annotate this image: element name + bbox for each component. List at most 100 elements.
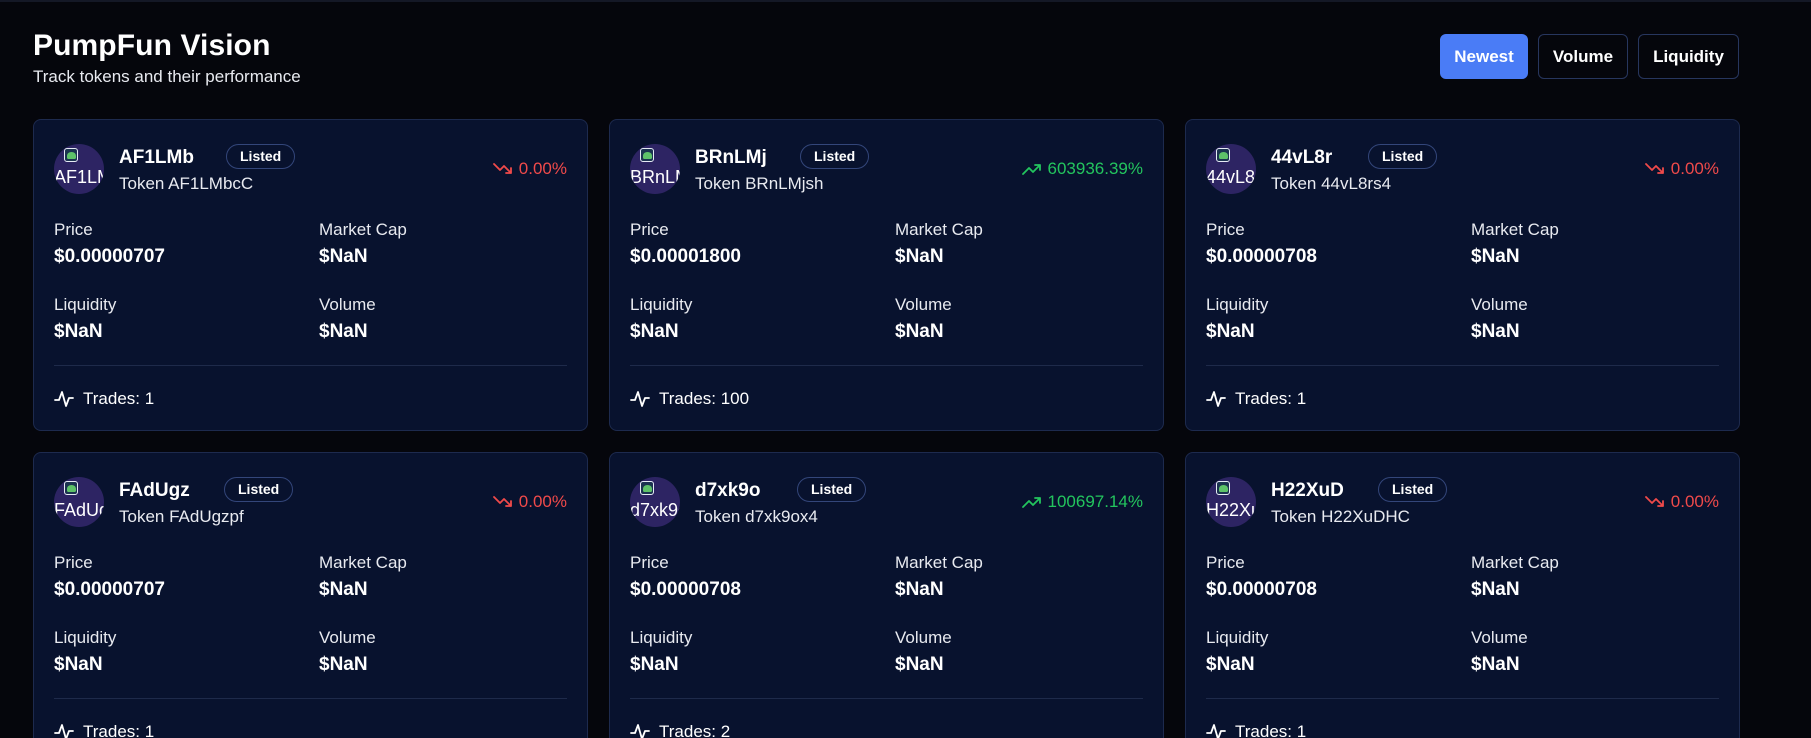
stat-liquidity: Liquidity $NaN	[54, 627, 314, 678]
broken-image-icon	[640, 148, 654, 162]
stat-label: Liquidity	[54, 628, 117, 647]
status-badge: Listed	[800, 144, 870, 169]
status-badge: Listed	[797, 477, 867, 502]
stat-value: $0.00000707	[54, 246, 165, 267]
status-badge: Listed	[1368, 144, 1438, 169]
stat-volume: Volume $NaN	[1471, 294, 1731, 345]
token-card-header: FAdUgz FAdUgz Listed Token FAdUgzpf 0.00…	[54, 477, 567, 527]
stat-liquidity: Liquidity $NaN	[54, 294, 314, 345]
page-title: PumpFun Vision	[33, 29, 271, 62]
price-change: 0.00%	[492, 492, 567, 512]
token-card[interactable]: BRnLMj BRnLMj Listed Token BRnLMjsh 6039…	[609, 119, 1164, 431]
stat-value: $NaN	[895, 579, 944, 600]
token-card-header: d7xk9o d7xk9o Listed Token d7xk9ox4 1006…	[630, 477, 1143, 527]
activity-icon	[1206, 391, 1226, 407]
trending-up-icon	[1021, 164, 1041, 175]
token-card-header: AF1LMb AF1LMb Listed Token AF1LMbcC 0.00…	[54, 144, 567, 194]
stat-label: Volume	[319, 295, 376, 314]
trades-row: Trades: 100	[630, 389, 749, 409]
stat-label: Volume	[319, 628, 376, 647]
token-symbol: FAdUgz	[119, 480, 190, 501]
token-avatar: 44vL8r	[1206, 144, 1256, 194]
stat-value: $NaN	[319, 654, 368, 675]
stat-liquidity: Liquidity $NaN	[630, 294, 890, 345]
trades-count: Trades: 1	[83, 389, 155, 408]
price-change-value: 0.00%	[518, 159, 567, 178]
token-card-header: 44vL8r 44vL8r Listed Token 44vL8rs4 0.00…	[1206, 144, 1719, 194]
stat-value: $NaN	[1471, 654, 1520, 675]
stat-value: $NaN	[319, 246, 368, 267]
stat-price: Price $0.00000708	[630, 552, 890, 603]
broken-image-icon	[64, 481, 78, 495]
sort-filter-group: Newest Volume Liquidity	[1440, 34, 1739, 79]
token-avatar: FAdUgz	[54, 477, 104, 527]
token-card[interactable]: AF1LMb AF1LMb Listed Token AF1LMbcC 0.00…	[33, 119, 588, 431]
token-name: Token 44vL8rs4	[1271, 174, 1392, 193]
stat-value: $0.00000708	[1206, 579, 1317, 600]
price-change-value: 0.00%	[1670, 492, 1719, 511]
trending-up-icon	[1021, 497, 1041, 508]
token-card[interactable]: 44vL8r 44vL8r Listed Token 44vL8rs4 0.00…	[1185, 119, 1740, 431]
trending-down-icon	[1644, 496, 1664, 507]
stat-volume: Volume $NaN	[319, 294, 579, 345]
filter-newest-button[interactable]: Newest	[1440, 34, 1528, 79]
stat-value: $NaN	[630, 321, 679, 342]
stat-label: Liquidity	[630, 628, 693, 647]
token-avatar: BRnLMj	[630, 144, 680, 194]
card-divider	[1206, 365, 1719, 366]
stat-liquidity: Liquidity $NaN	[1206, 294, 1466, 345]
trending-down-icon	[492, 496, 512, 507]
scrollbar-track[interactable]	[1794, 2, 1811, 738]
activity-icon	[630, 391, 650, 407]
token-card[interactable]: FAdUgz FAdUgz Listed Token FAdUgzpf 0.00…	[33, 452, 588, 738]
price-change: 0.00%	[1644, 159, 1719, 179]
token-symbol: AF1LMb	[119, 147, 194, 168]
token-name: Token AF1LMbcC	[119, 174, 254, 193]
trades-count: Trades: 100	[659, 389, 750, 408]
token-grid: AF1LMb AF1LMb Listed Token AF1LMbcC 0.00…	[33, 119, 1740, 738]
stat-label: Price	[54, 220, 93, 239]
token-card-header: H22XuD H22XuD Listed Token H22XuDHC 0.00…	[1206, 477, 1719, 527]
page-header: PumpFun Vision Track tokens and their pe…	[33, 26, 301, 87]
filter-liquidity-button[interactable]: Liquidity	[1638, 34, 1739, 79]
stat-label: Market Cap	[1471, 553, 1559, 572]
stat-label: Liquidity	[1206, 295, 1269, 314]
token-symbol: d7xk9o	[695, 480, 761, 501]
token-avatar-alt: BRnLMj	[630, 167, 680, 187]
price-change-value: 0.00%	[1670, 159, 1719, 178]
stat-label: Market Cap	[1471, 220, 1559, 239]
stat-value: $0.00001800	[630, 246, 741, 267]
trades-count: Trades: 2	[659, 722, 731, 738]
token-avatar: AF1LMb	[54, 144, 104, 194]
token-symbol: BRnLMj	[695, 147, 767, 168]
stat-label: Liquidity	[54, 295, 117, 314]
card-divider	[630, 365, 1143, 366]
price-change: 100697.14%	[1021, 492, 1143, 512]
stat-price: Price $0.00000707	[54, 552, 314, 603]
price-change-value: 603936.39%	[1047, 159, 1143, 178]
card-divider	[54, 365, 567, 366]
stat-value: $NaN	[1206, 654, 1255, 675]
stat-market-cap: Market Cap $NaN	[319, 552, 579, 603]
status-badge: Listed	[226, 144, 296, 169]
stat-value: $NaN	[630, 654, 679, 675]
stat-market-cap: Market Cap $NaN	[319, 219, 579, 270]
stat-volume: Volume $NaN	[319, 627, 579, 678]
broken-image-icon	[64, 148, 78, 162]
stat-label: Market Cap	[895, 220, 983, 239]
stat-market-cap: Market Cap $NaN	[895, 219, 1155, 270]
stat-label: Volume	[895, 295, 952, 314]
trending-down-icon	[1644, 163, 1664, 174]
stat-market-cap: Market Cap $NaN	[1471, 552, 1731, 603]
token-card[interactable]: H22XuD H22XuD Listed Token H22XuDHC 0.00…	[1185, 452, 1740, 738]
stat-value: $NaN	[1471, 579, 1520, 600]
filter-volume-button[interactable]: Volume	[1538, 34, 1628, 79]
broken-image-icon	[1216, 481, 1230, 495]
token-card[interactable]: d7xk9o d7xk9o Listed Token d7xk9ox4 1006…	[609, 452, 1164, 738]
card-divider	[54, 698, 567, 699]
stat-volume: Volume $NaN	[1471, 627, 1731, 678]
stat-value: $NaN	[895, 654, 944, 675]
stat-price: Price $0.00000708	[1206, 219, 1466, 270]
stat-volume: Volume $NaN	[895, 294, 1155, 345]
price-change: 0.00%	[1644, 492, 1719, 512]
